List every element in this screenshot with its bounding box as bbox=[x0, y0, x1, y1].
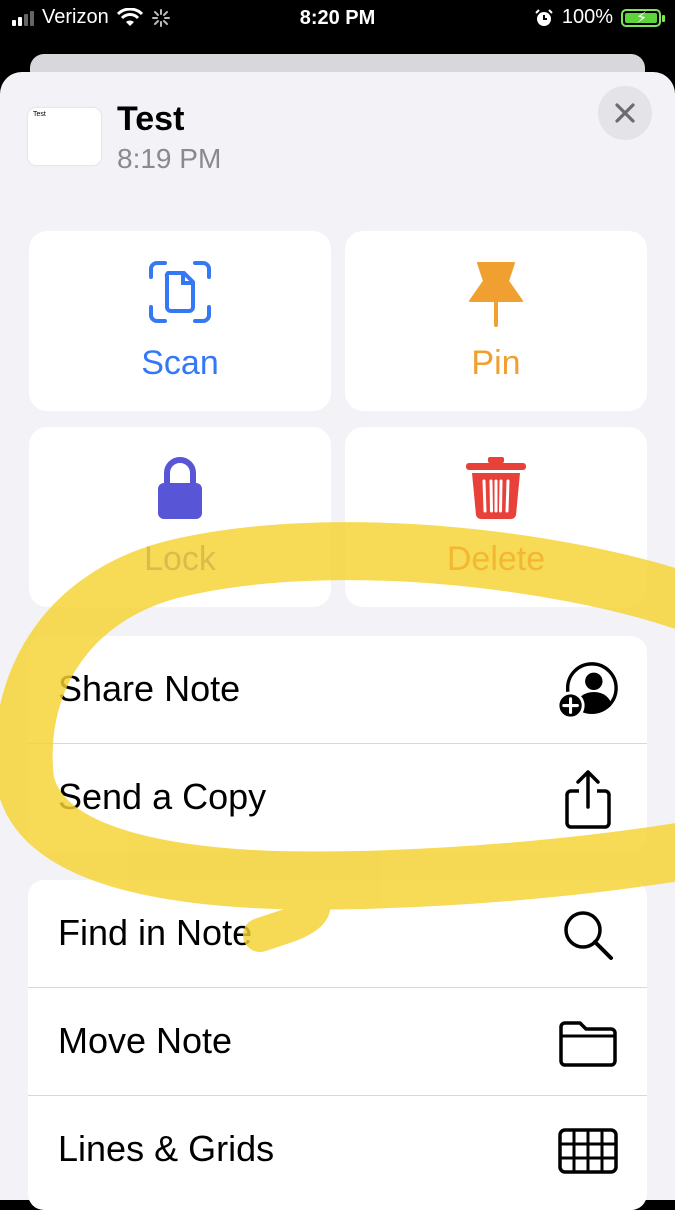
close-icon bbox=[615, 103, 635, 123]
alarm-icon bbox=[535, 8, 553, 26]
thumbnail-text: Test bbox=[33, 111, 46, 118]
move-note-label: Move Note bbox=[58, 1020, 233, 1061]
status-right: 100% ⚡ bbox=[534, 6, 665, 29]
pin-label: Pin bbox=[471, 344, 521, 382]
grid-icon bbox=[558, 1128, 618, 1174]
battery-icon: ⚡ bbox=[621, 8, 665, 27]
lock-label: Lock bbox=[144, 540, 216, 578]
scan-button[interactable]: Scan bbox=[29, 231, 331, 411]
note-time: 8:19 PM bbox=[117, 143, 222, 174]
close-button[interactable] bbox=[598, 86, 652, 140]
note-title: Test bbox=[117, 100, 185, 138]
pin-button[interactable]: Pin bbox=[345, 231, 647, 411]
share-icon bbox=[565, 770, 611, 829]
move-note-row[interactable]: Move Note bbox=[28, 988, 647, 1096]
lock-icon bbox=[158, 457, 202, 519]
folder-icon bbox=[559, 1021, 617, 1067]
delete-label: Delete bbox=[446, 540, 546, 578]
scan-label: Scan bbox=[141, 344, 219, 382]
send-copy-row[interactable]: Send a Copy bbox=[28, 744, 647, 851]
share-options-group: Share Note Send a Copy bbox=[28, 636, 647, 851]
trash-icon bbox=[466, 457, 526, 520]
share-note-row[interactable]: Share Note bbox=[28, 636, 647, 744]
lines-grids-label: Lines & Grids bbox=[58, 1128, 275, 1169]
lock-button[interactable]: Lock bbox=[29, 427, 331, 607]
note-menu-group: Find in Note Move Note Lines & Grids bbox=[28, 880, 647, 1210]
lines-grids-row[interactable]: Lines & Grids bbox=[28, 1096, 647, 1203]
delete-button[interactable]: Delete bbox=[345, 427, 647, 607]
find-in-note-row[interactable]: Find in Note bbox=[28, 880, 647, 988]
find-in-note-label: Find in Note bbox=[58, 912, 253, 953]
status-bar: Verizon 8:20 PM 100% ⚡ bbox=[0, 0, 675, 40]
search-icon bbox=[564, 911, 613, 960]
send-copy-label: Send a Copy bbox=[58, 776, 267, 817]
scan-document-icon bbox=[149, 261, 211, 323]
battery-percent: 100% bbox=[561, 6, 613, 28]
note-thumbnail: Test bbox=[28, 108, 101, 165]
add-person-icon bbox=[557, 662, 618, 720]
pin-icon bbox=[469, 262, 523, 327]
share-note-label: Share Note bbox=[58, 668, 241, 709]
